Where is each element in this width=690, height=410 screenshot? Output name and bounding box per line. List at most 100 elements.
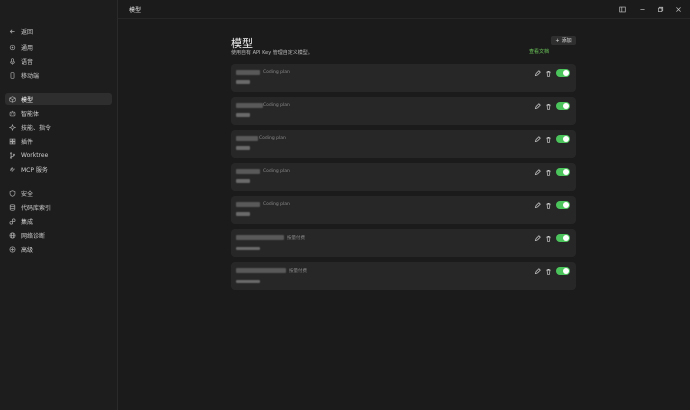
model-enabled-toggle[interactable]: [556, 69, 570, 77]
sidebar-item-agents[interactable]: 智能体: [5, 107, 112, 119]
model-provider-redacted: [236, 179, 250, 183]
toggle-sidebar-button[interactable]: [618, 5, 626, 13]
model-name-redacted: [236, 70, 260, 75]
model-tag: Coding plan: [263, 103, 290, 108]
model-provider-redacted: [236, 113, 250, 117]
delete-button[interactable]: [545, 235, 552, 242]
model-enabled-toggle[interactable]: [556, 168, 570, 176]
trash-icon: [546, 170, 551, 176]
edit-button[interactable]: [534, 70, 541, 77]
delete-button[interactable]: [545, 70, 552, 77]
sidebar-item-voice[interactable]: 语音: [5, 55, 112, 67]
sidebar-item-label: 通用: [21, 44, 34, 52]
back-button[interactable]: 返回: [5, 25, 112, 37]
model-enabled-toggle[interactable]: [556, 102, 570, 110]
branch-icon: [9, 151, 16, 159]
pencil-icon: [534, 103, 541, 110]
toggle-knob: [563, 70, 569, 76]
model-provider-redacted: [236, 280, 260, 283]
toggle-knob: [563, 103, 569, 109]
sidebar-item-advanced[interactable]: 高级: [5, 243, 112, 255]
sidebar-item-label: Worktree: [21, 151, 49, 159]
trash-icon: [546, 203, 551, 209]
minimize-icon: [639, 8, 645, 10]
model-name-redacted: [236, 169, 260, 174]
sidebar-item-label: 插件: [21, 138, 34, 146]
model-name-redacted: [236, 235, 284, 240]
sidebar-item-mcp[interactable]: MCP 服务: [5, 163, 112, 175]
sidebar-item-general[interactable]: 通用: [5, 41, 112, 53]
globe-icon: [9, 232, 16, 239]
plus-icon: +: [555, 37, 560, 44]
model-provider-redacted: [236, 146, 250, 150]
back-label: 返回: [21, 28, 34, 36]
sidebar-item-network[interactable]: 网络诊断: [5, 229, 112, 241]
link-icon: [9, 218, 16, 225]
model-card: Coding plan: [231, 130, 576, 158]
edit-button[interactable]: [534, 235, 541, 242]
sidebar-item-models[interactable]: 模型: [5, 93, 112, 105]
edit-button[interactable]: [534, 103, 541, 110]
sidebar-item-label: 技能、指令: [21, 124, 52, 132]
trash-icon: [546, 236, 551, 242]
pencil-icon: [534, 136, 541, 143]
sidebar-item-skills[interactable]: 技能、指令: [5, 121, 112, 133]
sidebar: 返回 通用 语音 移动端 模型 智能体 技能、指令 插件 Worktree MC…: [0, 0, 118, 410]
model-enabled-toggle[interactable]: [556, 267, 570, 275]
model-tag: Coding plan: [263, 70, 290, 75]
pencil-icon: [534, 169, 541, 176]
restore-icon: [657, 6, 663, 12]
gear-icon: [9, 44, 16, 51]
delete-button[interactable]: [545, 202, 552, 209]
model-tag: Coding plan: [263, 202, 290, 207]
model-name-redacted: [236, 202, 260, 207]
model-enabled-toggle[interactable]: [556, 201, 570, 209]
sidebar-item-label: 集成: [21, 218, 34, 226]
delete-button[interactable]: [545, 136, 552, 143]
delete-button[interactable]: [545, 103, 552, 110]
sidebar-item-label: 模型: [21, 96, 34, 104]
sidebar-item-plugins[interactable]: 插件: [5, 135, 112, 147]
sidebar-item-label: 智能体: [21, 110, 40, 118]
model-name-redacted: [236, 136, 258, 141]
model-provider-redacted: [236, 212, 250, 216]
microphone-icon: [9, 57, 16, 65]
edit-button[interactable]: [534, 268, 541, 275]
model-card: Coding plan: [231, 196, 576, 224]
minimize-button[interactable]: [638, 5, 646, 13]
bot-icon: [9, 110, 16, 117]
model-tag: Coding plan: [263, 169, 290, 174]
sidebar-item-worktree[interactable]: Worktree: [5, 149, 112, 161]
sidebar-item-integrations[interactable]: 集成: [5, 215, 112, 227]
sidebar-toggle-icon: [618, 6, 626, 12]
advanced-icon: [9, 246, 16, 253]
delete-button[interactable]: [545, 169, 552, 176]
model-card: Coding plan: [231, 64, 576, 92]
model-tag: 按量付费: [289, 269, 307, 274]
model-card: 按量付费: [231, 229, 576, 257]
sidebar-item-codebase-index[interactable]: 代码库索引: [5, 201, 112, 213]
model-enabled-toggle[interactable]: [556, 234, 570, 242]
model-card: 按量付费: [231, 262, 576, 290]
model-card: Coding plan: [231, 97, 576, 125]
pencil-icon: [534, 202, 541, 209]
sidebar-item-label: 网络诊断: [21, 232, 46, 240]
edit-button[interactable]: [534, 169, 541, 176]
delete-button[interactable]: [545, 268, 552, 275]
add-model-button[interactable]: + 添加: [551, 36, 576, 45]
maximize-button[interactable]: [656, 5, 664, 13]
sidebar-item-mobile[interactable]: 移动端: [5, 69, 112, 81]
view-docs-link[interactable]: 查看文档: [529, 48, 549, 55]
sidebar-item-label: 高级: [21, 246, 34, 254]
model-enabled-toggle[interactable]: [556, 135, 570, 143]
edit-button[interactable]: [534, 136, 541, 143]
add-label: 添加: [561, 38, 572, 44]
sidebar-item-security[interactable]: 安全: [5, 187, 112, 199]
shield-icon: [9, 189, 16, 197]
close-icon: [675, 6, 681, 12]
phone-icon: [9, 71, 16, 79]
close-button[interactable]: [674, 5, 682, 13]
sidebar-item-label: MCP 服务: [21, 166, 48, 174]
pencil-icon: [534, 235, 541, 242]
edit-button[interactable]: [534, 202, 541, 209]
